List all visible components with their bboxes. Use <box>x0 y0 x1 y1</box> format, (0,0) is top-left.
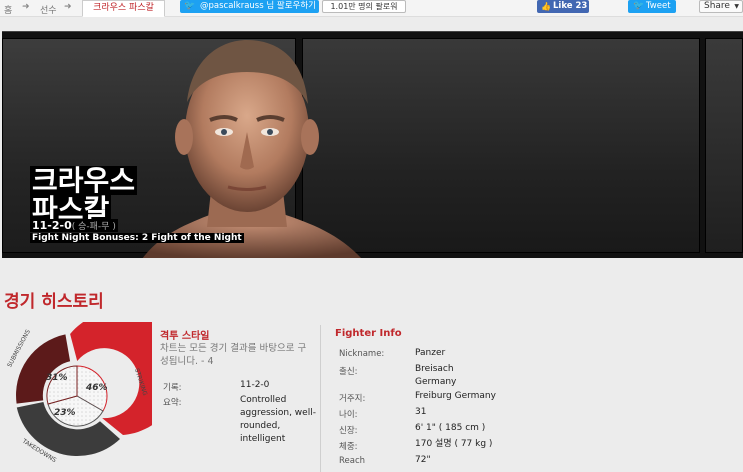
fight-style-donut: SUBMISSIONS STRIKING TAKEDOWNS 31% 46% 2… <box>4 311 181 472</box>
follower-count-badge[interactable]: 1.01만 명의 팔로워 <box>322 0 406 13</box>
info-value-age: 31 <box>415 407 427 417</box>
info-value-weight: 170 설명 ( 77 kg ) <box>415 439 493 449</box>
twitter-bird-icon: 🐦 <box>633 1 645 11</box>
donut-chart: SUBMISSIONS STRIKING TAKEDOWNS 31% 46% 2… <box>6 311 181 464</box>
info-label-age: 나이: <box>339 410 358 420</box>
summary-label: 요약: <box>163 398 182 408</box>
info-label-reach: Reach <box>339 456 366 466</box>
arrow-right-icon: ➜ <box>64 2 72 12</box>
fight-style-title: 격투 스타일 <box>160 331 210 342</box>
facebook-like-button[interactable]: 👍 Like 23 <box>537 0 589 13</box>
twitter-bird-icon: 🐦 <box>184 1 196 11</box>
record-value: 11-2-0 <box>32 219 72 232</box>
breadcrumb-current: 크라우스 파스칼 <box>82 0 165 17</box>
fb-like-label: Like <box>553 1 573 11</box>
share-label: Share <box>704 1 730 11</box>
twitter-follow-label: @pascalkrauss 님 팔로우하기 <box>200 1 316 11</box>
info-value-height: 6' 1" ( 185 cm ) <box>415 423 486 433</box>
column-divider <box>320 325 321 472</box>
info-label-birthplace: 출신: <box>339 367 358 377</box>
record-value-text: 11-2-0 <box>240 380 270 390</box>
summary-value: Controlled aggression, well-rounded, int… <box>240 395 316 444</box>
fighter-hero: 크라우스 파스칼 11-2-0( 승-패-무 ) Fight Night Bon… <box>2 31 743 258</box>
share-button[interactable]: Share ▼ <box>699 0 743 13</box>
fighter-name: 크라우스 파스칼 <box>30 164 138 224</box>
tweet-button[interactable]: 🐦 Tweet <box>628 0 676 13</box>
fighter-portrait <box>142 40 362 258</box>
fight-night-bonuses: Fight Night Bonuses: 2 Fight of the Nigh… <box>30 233 244 243</box>
fb-like-count: 23 <box>575 1 588 11</box>
tweet-label: Tweet <box>646 1 671 11</box>
hero-panel-right <box>705 38 743 253</box>
section-title-history: 경기 히스토리 <box>4 292 104 312</box>
fight-style-description: 차트는 모든 경기 결과를 바탕으로 구성됩니다. - 4 <box>160 343 307 367</box>
info-value-nickname: Panzer <box>415 348 446 358</box>
info-label-height: 신장: <box>339 426 358 436</box>
fighter-name-line1: 크라우스 <box>30 164 138 197</box>
info-label-nickname: Nickname: <box>339 349 385 359</box>
fighter-record: 11-2-0( 승-패-무 ) <box>30 219 118 232</box>
top-bar: 홈 ➜ 선수 ➜ 크라우스 파스칼 🐦 @pascalkrauss 님 팔로우하… <box>0 0 743 17</box>
fighter-info-title: Fighter Info <box>335 328 402 339</box>
breadcrumb-fighters[interactable]: 선수 <box>40 3 57 16</box>
record-label: 기록: <box>163 383 182 393</box>
info-value-reach: 72" <box>415 455 431 465</box>
info-value-residence: Freiburg Germany <box>415 391 496 401</box>
record-note: ( 승-패-무 ) <box>71 222 116 232</box>
twitter-follow-button[interactable]: 🐦 @pascalkrauss 님 팔로우하기 <box>180 0 319 13</box>
breadcrumb-home[interactable]: 홈 <box>4 3 12 16</box>
arrow-right-icon: ➜ <box>22 2 30 12</box>
percent-striking: 46% <box>85 383 108 393</box>
percent-submissions: 31% <box>46 373 68 383</box>
caret-down-icon: ▼ <box>734 3 739 10</box>
info-label-residence: 거주지: <box>339 394 366 404</box>
thumbs-up-icon: 👍 <box>541 2 551 11</box>
info-value-birthplace: Breisach Germany <box>415 364 457 387</box>
percent-takedowns: 23% <box>54 408 76 418</box>
info-label-weight: 체중: <box>339 442 358 452</box>
